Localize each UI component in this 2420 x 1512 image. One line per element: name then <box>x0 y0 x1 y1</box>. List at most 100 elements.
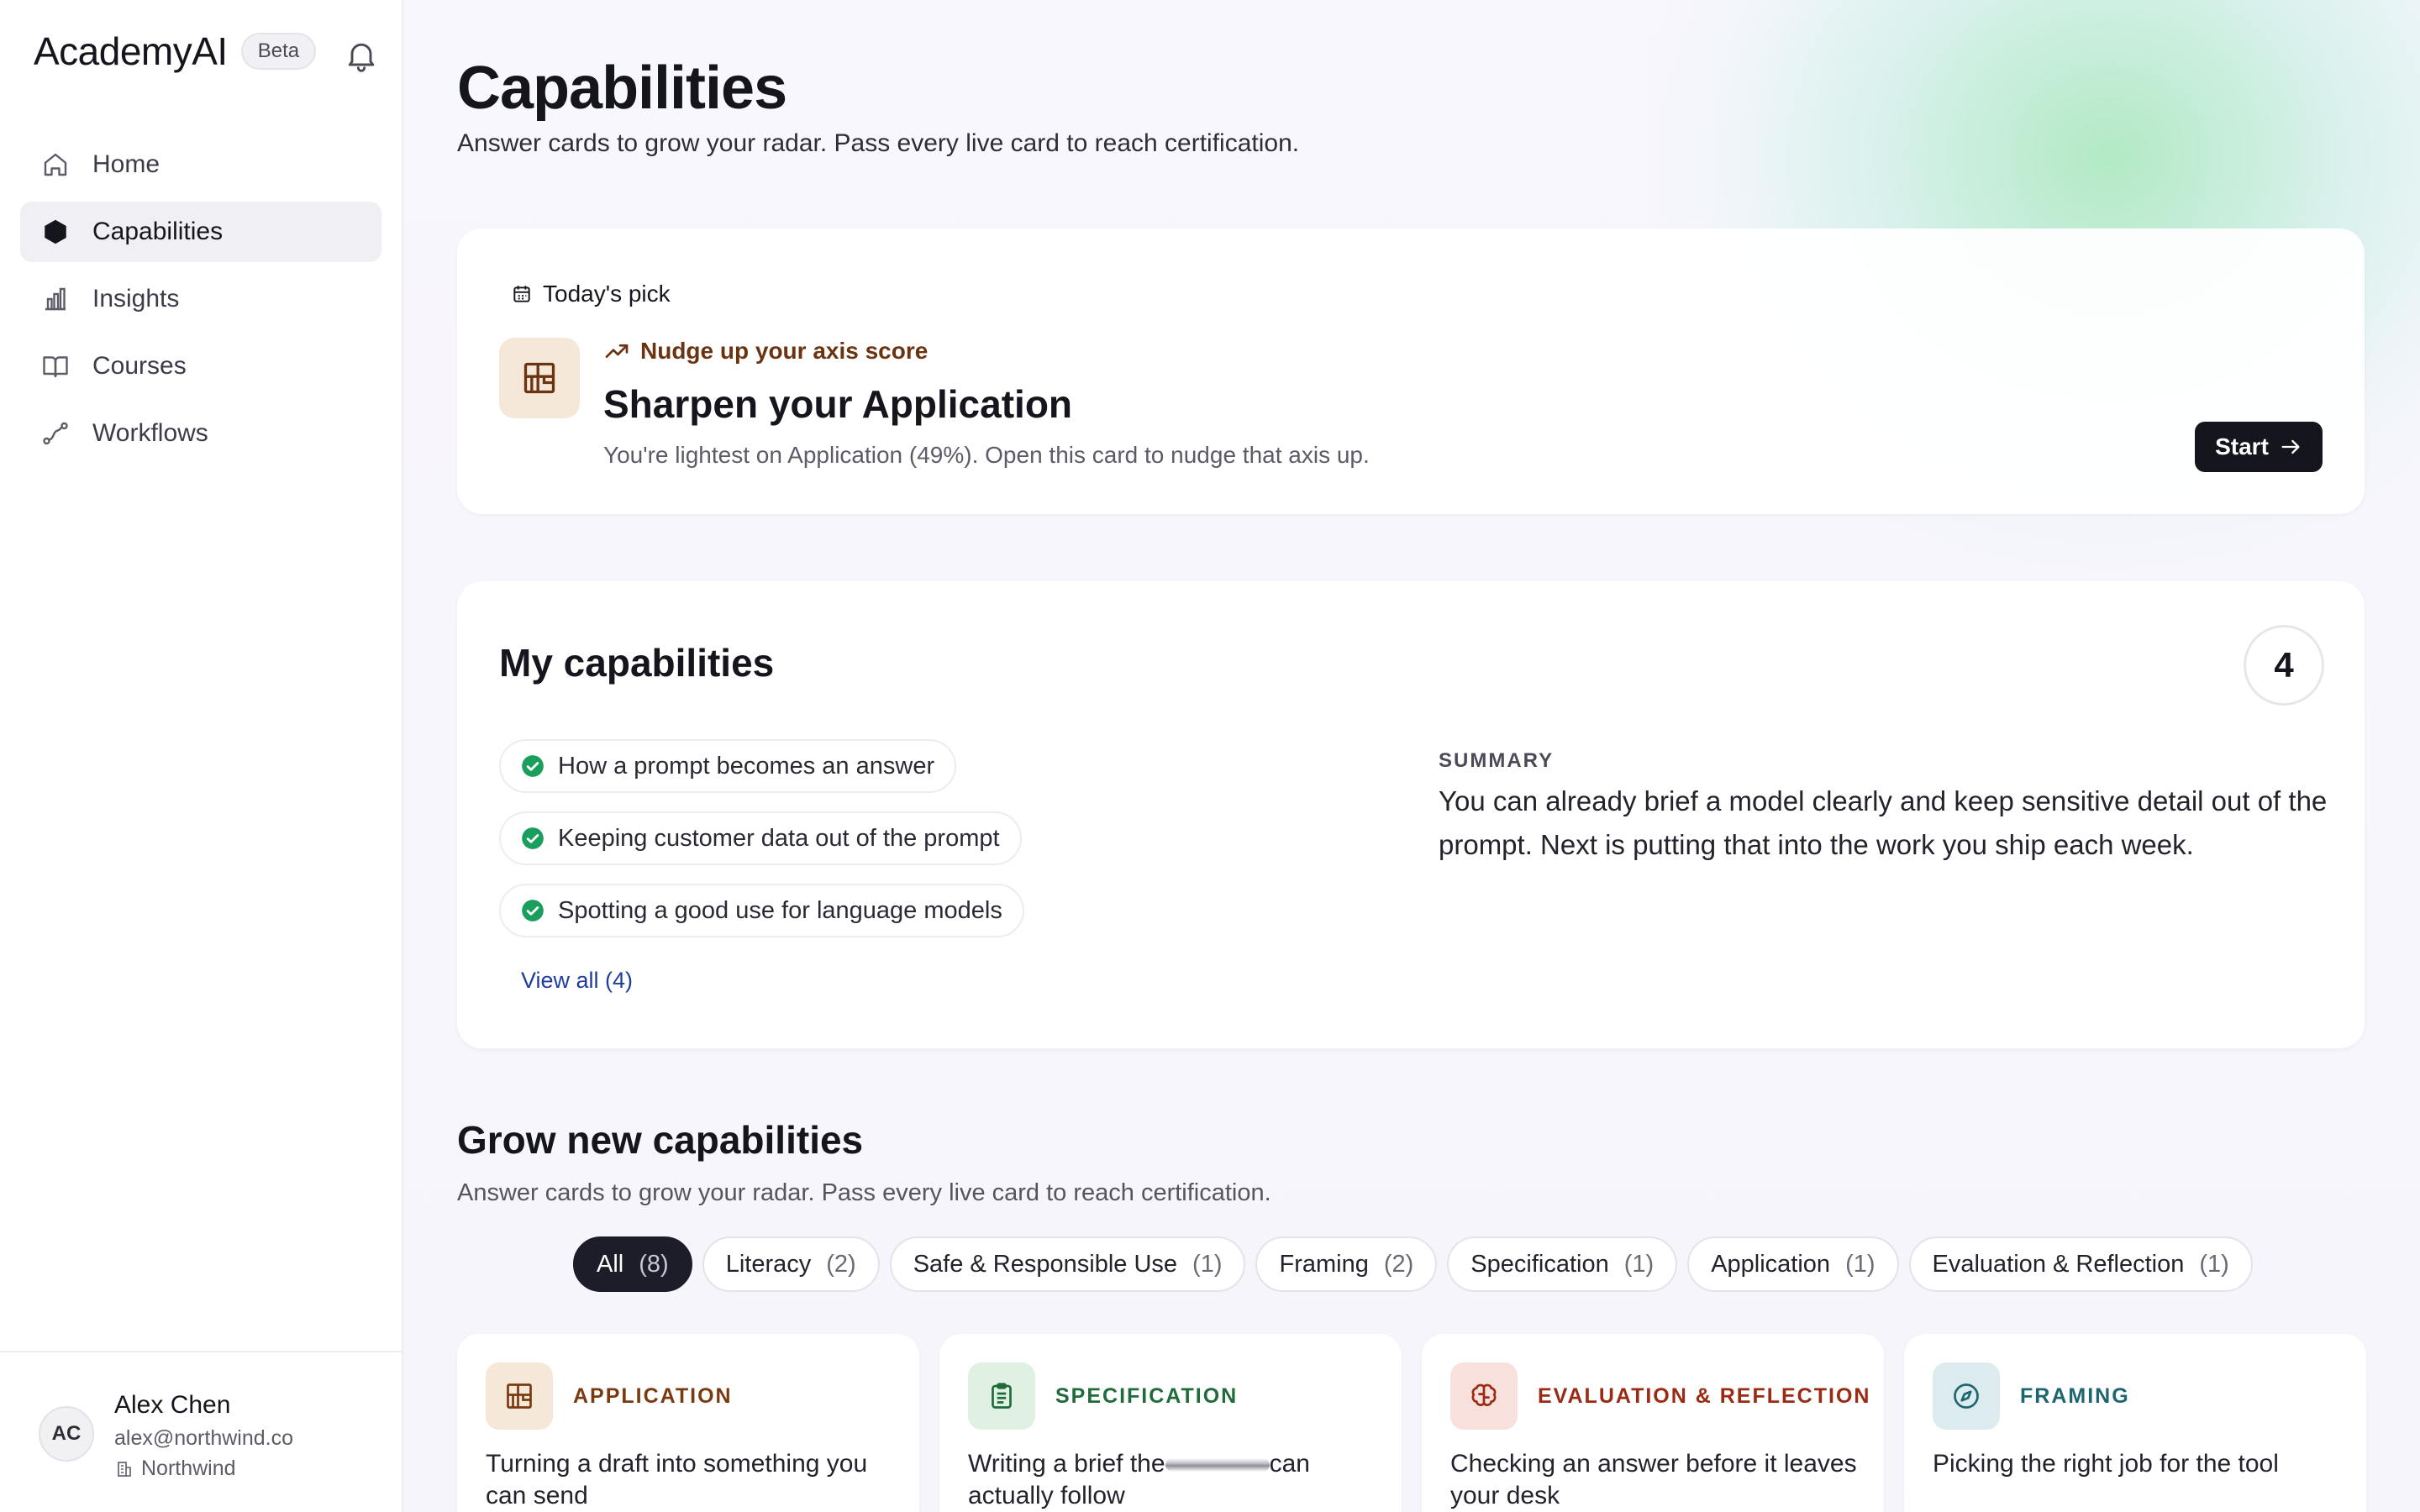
trending-up-icon <box>603 338 630 365</box>
grow-section-title: Grow new capabilities <box>457 1118 864 1162</box>
start-button[interactable]: Start <box>2195 422 2323 472</box>
filter-label: Framing <box>1279 1250 1369 1278</box>
capability-chip[interactable]: How a prompt becomes an answer <box>499 739 957 793</box>
start-button-label: Start <box>2215 433 2269 459</box>
capability-card-evaluation-reflection[interactable]: EVALUATION & REFLECTION Checking an answ… <box>1422 1334 1884 1512</box>
arrow-right-icon <box>2279 435 2302 459</box>
redacted-text <box>1165 1458 1270 1473</box>
main-content: Capabilities Answer cards to grow your r… <box>403 0 2420 1512</box>
todays-pick-title: Sharpen your Application <box>603 382 1073 426</box>
sidebar-item-capabilities[interactable]: Capabilities <box>20 202 381 262</box>
sidebar-item-home[interactable]: Home <box>20 134 381 195</box>
capability-chip[interactable]: Spotting a good use for language models <box>499 884 1024 937</box>
sidebar-item-label: Workflows <box>92 419 208 447</box>
todays-pick-label: Today's pick <box>511 281 671 307</box>
filter-count: (2) <box>1383 1250 1414 1278</box>
application-tile-icon <box>499 338 580 418</box>
filter-label: Application <box>1711 1250 1831 1278</box>
filter-count: (1) <box>1845 1250 1876 1278</box>
my-capabilities-title: My capabilities <box>499 641 775 685</box>
brand: AcademyAI Beta <box>34 29 317 74</box>
filter-tabs: All (8) Literacy (2) Safe & Responsible Us… <box>573 1236 2263 1292</box>
sidebar-item-label: Capabilities <box>92 218 224 245</box>
capability-card-application[interactable]: APPLICATION Turning a draft into somethi… <box>457 1334 919 1512</box>
capabilities-count-badge: 4 <box>2244 625 2324 706</box>
sidebar-nav: Home Capabilities Insights Courses Workf… <box>20 134 381 470</box>
filter-count: (8) <box>639 1250 669 1278</box>
hexagon-icon <box>40 217 71 247</box>
filter-label: Specification <box>1470 1250 1609 1278</box>
todays-pick-card: Today's pick Nudge up your axis score Sh… <box>457 228 2365 514</box>
filter-literacy[interactable]: Literacy (2) <box>702 1236 880 1292</box>
sidebar: AcademyAI Beta Home Capabilities Insight… <box>0 0 403 1512</box>
nudge-text: Nudge up your axis score <box>640 338 929 364</box>
filter-label: Literacy <box>725 1250 812 1278</box>
sidebar-item-insights[interactable]: Insights <box>20 269 381 329</box>
filter-safe-responsible-use[interactable]: Safe & Responsible Use (1) <box>889 1236 1246 1292</box>
sidebar-item-label: Courses <box>92 352 187 380</box>
card-category: FRAMING <box>2020 1384 2130 1408</box>
page-subtitle: Answer cards to grow your radar. Pass ev… <box>457 129 1300 157</box>
view-all-link[interactable]: View all (4) <box>521 968 633 994</box>
filter-evaluation-reflection[interactable]: Evaluation & Reflection (1) <box>1908 1236 2253 1292</box>
brain-icon <box>1450 1362 1518 1430</box>
clipboard-icon <box>968 1362 1035 1430</box>
grid-layout-icon <box>486 1362 553 1430</box>
filter-label: Evaluation & Reflection <box>1932 1250 2185 1278</box>
nudge-label: Nudge up your axis score <box>603 338 928 365</box>
check-circle-icon <box>522 755 544 777</box>
check-circle-icon <box>522 827 544 849</box>
grow-section-subtitle: Answer cards to grow your radar. Pass ev… <box>457 1179 1271 1206</box>
user-org: Northwind <box>114 1457 236 1481</box>
my-capabilities-card: My capabilities 4 How a prompt becomes a… <box>457 581 2365 1048</box>
page-title: Capabilities <box>457 55 787 122</box>
card-category: SPECIFICATION <box>1055 1384 1239 1408</box>
card-title: Checking an answer before it leaves your… <box>1450 1450 1857 1509</box>
sidebar-item-label: Home <box>92 150 160 178</box>
todays-pick-description: You're lightest on Application (49%). Op… <box>603 442 1370 468</box>
app-logo-text[interactable]: AcademyAI <box>34 29 228 74</box>
capability-card-framing[interactable]: FRAMING Picking the right job for the to… <box>1904 1334 2366 1512</box>
filter-specification[interactable]: Specification (1) <box>1447 1236 1678 1292</box>
card-category: EVALUATION & REFLECTION <box>1538 1384 1871 1408</box>
card-title-start: Writing a brief the <box>968 1450 1165 1478</box>
sidebar-item-workflows[interactable]: Workflows <box>20 403 381 464</box>
capability-chip-label: Spotting a good use for language models <box>558 896 1002 924</box>
card-title: Picking the right job for the tool <box>1933 1450 2279 1478</box>
summary-text: You can already brief a model clearly an… <box>1439 785 2328 860</box>
filter-label: Safe & Responsible Use <box>913 1250 1178 1278</box>
todays-pick-text: Today's pick <box>543 281 671 307</box>
capability-chip[interactable]: Keeping customer data out of the prompt <box>499 811 1022 865</box>
avatar: AC <box>39 1406 94 1462</box>
card-category: APPLICATION <box>573 1384 733 1408</box>
book-icon <box>40 351 71 381</box>
check-circle-icon <box>522 900 544 921</box>
filter-count: (2) <box>826 1250 856 1278</box>
filter-count: (1) <box>2199 1250 2229 1278</box>
capability-list: How a prompt becomes an answer Keeping c… <box>499 739 1024 956</box>
beta-badge: Beta <box>240 33 317 70</box>
home-icon <box>40 150 71 180</box>
bar-chart-icon <box>40 284 71 314</box>
compass-icon <box>1933 1362 2000 1430</box>
capability-cards: APPLICATION Turning a draft into somethi… <box>457 1334 2366 1512</box>
building-icon <box>114 1459 134 1479</box>
user-profile[interactable]: AC Alex Chen alex@northwind.co Northwind <box>0 1351 402 1512</box>
filter-application[interactable]: Application (1) <box>1687 1236 1899 1292</box>
user-org-label: Northwind <box>141 1457 236 1480</box>
sidebar-item-courses[interactable]: Courses <box>20 336 381 396</box>
sidebar-item-label: Insights <box>92 285 180 312</box>
bell-icon[interactable] <box>343 37 380 74</box>
summary-label: SUMMARY <box>1439 749 1555 772</box>
filter-all[interactable]: All (8) <box>573 1236 692 1292</box>
user-email: alex@northwind.co <box>114 1426 293 1450</box>
calendar-icon <box>511 283 533 305</box>
filter-count: (1) <box>1623 1250 1655 1278</box>
filter-framing[interactable]: Framing (2) <box>1255 1236 1438 1292</box>
workflow-icon <box>40 418 71 449</box>
card-title: Turning a draft into something you can s… <box>486 1450 868 1509</box>
filter-count: (1) <box>1192 1250 1223 1278</box>
card-title: Writing a brief the can actually follow <box>968 1448 1380 1512</box>
capability-card-specification[interactable]: SPECIFICATION Writing a brief the can act… <box>939 1334 1402 1512</box>
capability-chip-label: How a prompt becomes an answer <box>558 752 935 780</box>
